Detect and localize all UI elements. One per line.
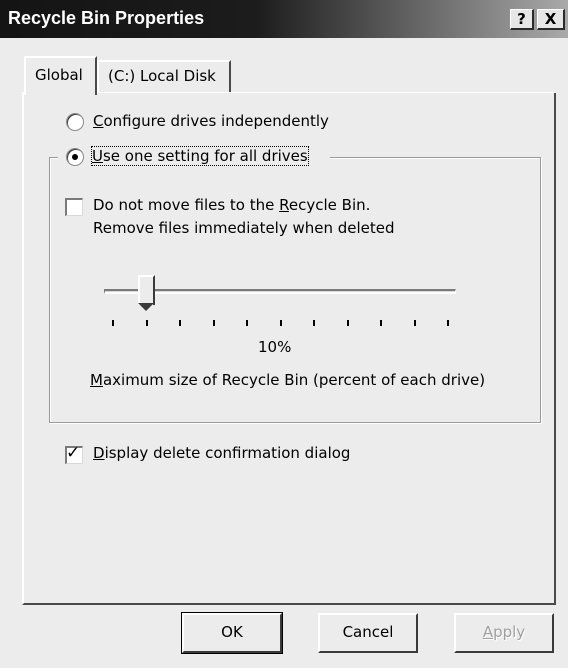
slider-tick bbox=[413, 320, 416, 326]
window-title: Recycle Bin Properties bbox=[8, 8, 205, 28]
apply-button[interactable]: Apply bbox=[454, 613, 554, 653]
slider-tick bbox=[179, 320, 181, 326]
use-one-setting-label[interactable]: Use one setting for all drives bbox=[91, 146, 309, 166]
slider-tick bbox=[212, 320, 215, 326]
slider-caption: Maximum size of Recycle Bin (percent of … bbox=[90, 371, 486, 389]
slider-value-label: 10% bbox=[258, 338, 292, 356]
slider-tick bbox=[145, 320, 148, 326]
tab-global-label: Global bbox=[35, 66, 83, 84]
tab-local-disk[interactable]: (C:) Local Disk bbox=[97, 60, 231, 93]
configure-independently-radio[interactable] bbox=[66, 113, 84, 131]
cancel-button[interactable]: Cancel bbox=[318, 613, 418, 653]
do-not-move-label-line2[interactable]: Remove files immediately when deleted bbox=[93, 219, 395, 237]
display-confirmation-checkbox[interactable]: ✓ bbox=[65, 443, 83, 464]
tab-global[interactable]: Global bbox=[24, 56, 97, 95]
recycle-bin-properties-dialog: Recycle Bin Properties ? X Global (C:) L… bbox=[0, 0, 568, 668]
title-bar[interactable]: Recycle Bin Properties ? X bbox=[0, 0, 568, 38]
slider-tick bbox=[112, 320, 114, 326]
checkmark-icon: ✓ bbox=[66, 443, 81, 463]
max-size-slider-track[interactable] bbox=[104, 289, 456, 294]
ok-button[interactable]: OK bbox=[181, 612, 283, 654]
do-not-move-label-line1[interactable]: Do not move files to the Recycle Bin. bbox=[93, 196, 370, 214]
use-one-setting-radio[interactable] bbox=[66, 148, 84, 166]
help-button[interactable]: ? bbox=[510, 9, 534, 30]
do-not-move-checkbox[interactable] bbox=[65, 198, 83, 216]
slider-tick bbox=[279, 320, 282, 326]
configure-independently-label[interactable]: Configure drives independently bbox=[93, 112, 329, 130]
slider-tick bbox=[346, 320, 349, 326]
slider-tick bbox=[246, 320, 248, 326]
slider-tick bbox=[380, 320, 382, 326]
close-button[interactable]: X bbox=[537, 9, 565, 30]
tab-local-disk-label: (C:) Local Disk bbox=[108, 67, 216, 85]
radio-selected-dot bbox=[72, 154, 78, 160]
max-size-slider-thumb[interactable] bbox=[137, 275, 155, 311]
slider-tick bbox=[313, 320, 315, 326]
slider-tick bbox=[447, 320, 449, 326]
display-confirmation-label[interactable]: Display delete confirmation dialog bbox=[93, 444, 350, 462]
